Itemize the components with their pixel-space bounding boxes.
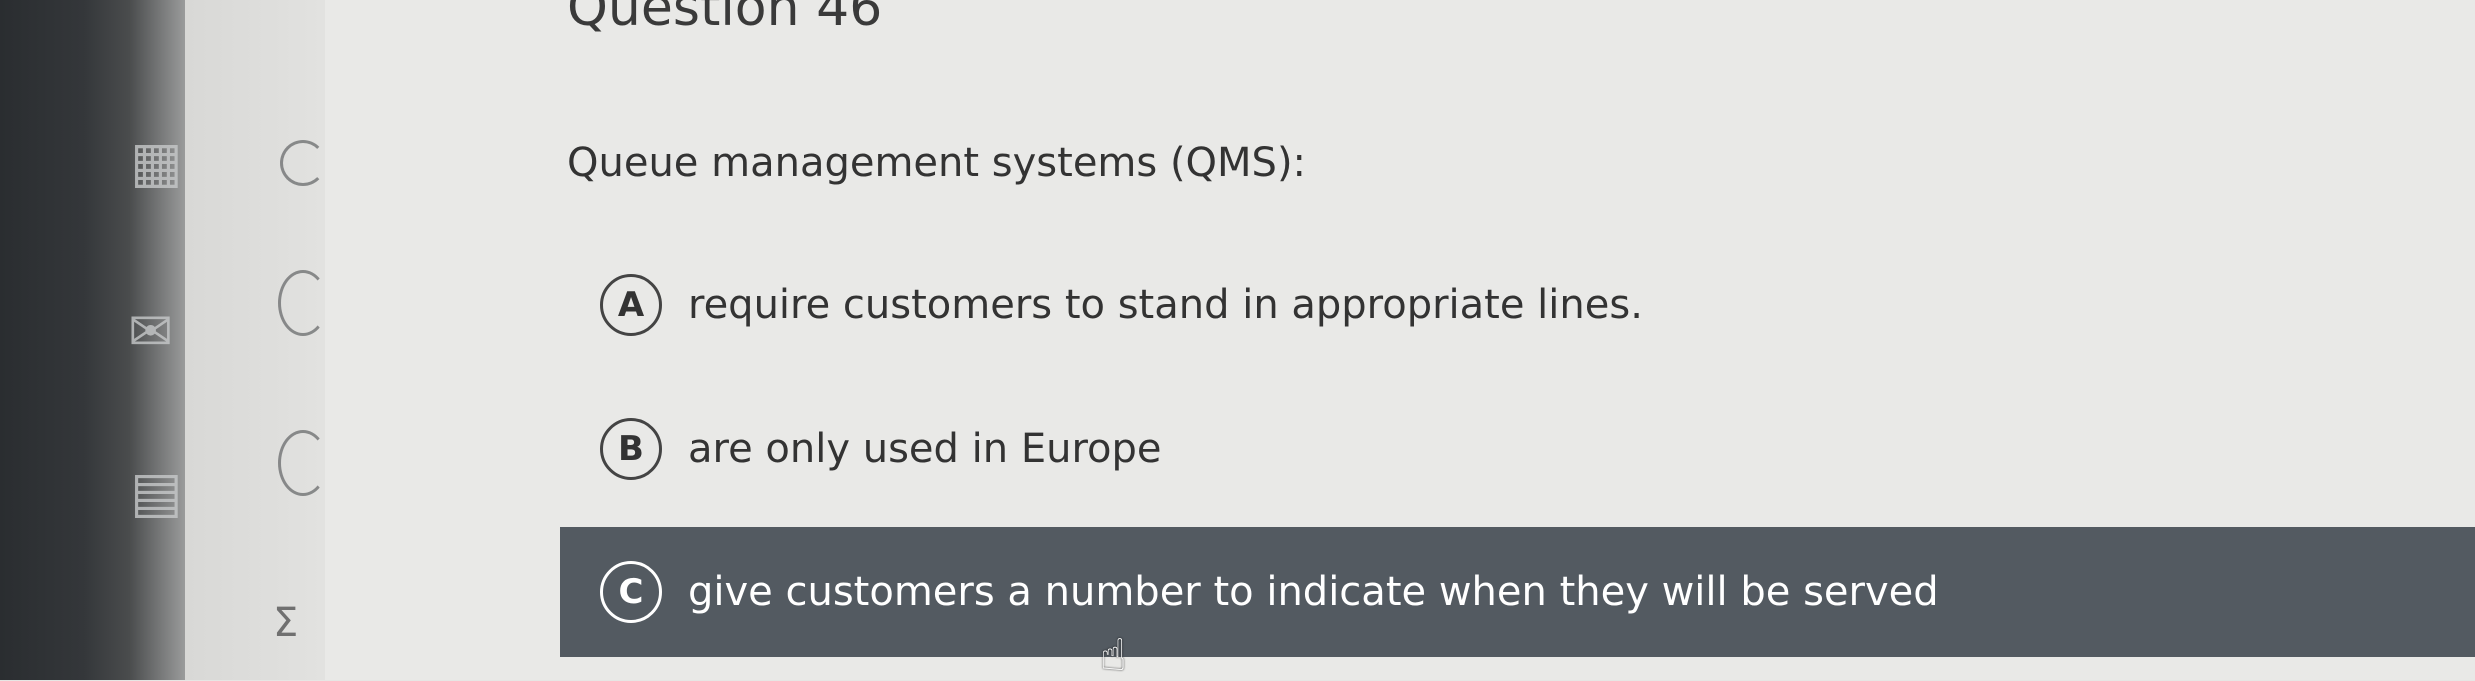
question-prompt: Queue management systems (QMS):	[567, 140, 1307, 186]
option-letter: A	[600, 274, 662, 336]
option-b[interactable]: B are only used in Europe	[560, 384, 2475, 514]
calendar-icon[interactable]: ▦	[130, 130, 183, 195]
app-sidebar-rail: ▦ ✉ ▤	[0, 0, 185, 680]
option-letter: C	[600, 561, 662, 623]
option-c[interactable]: C give customers a number to indicate wh…	[560, 527, 2475, 657]
option-a[interactable]: A require customers to stand in appropri…	[560, 240, 2475, 370]
option-text: give customers a number to indicate when…	[688, 569, 1939, 615]
option-letter: B	[600, 418, 662, 480]
sigma-icon[interactable]: Σ	[273, 600, 298, 646]
mail-icon[interactable]: ✉	[128, 300, 173, 363]
nav-circle-icon[interactable]	[280, 140, 326, 186]
option-text: are only used in Europe	[688, 426, 1162, 472]
nav-circle-icon[interactable]	[278, 430, 328, 496]
document-icon[interactable]: ▤	[130, 460, 183, 525]
option-text: require customers to stand in appropriat…	[688, 282, 1643, 328]
nav-circle-icon[interactable]	[278, 270, 328, 336]
question-nav-strip: D Σ	[185, 0, 506, 680]
question-title: Question 46	[567, 0, 883, 38]
hand-cursor-icon: ☝	[1100, 630, 1127, 681]
